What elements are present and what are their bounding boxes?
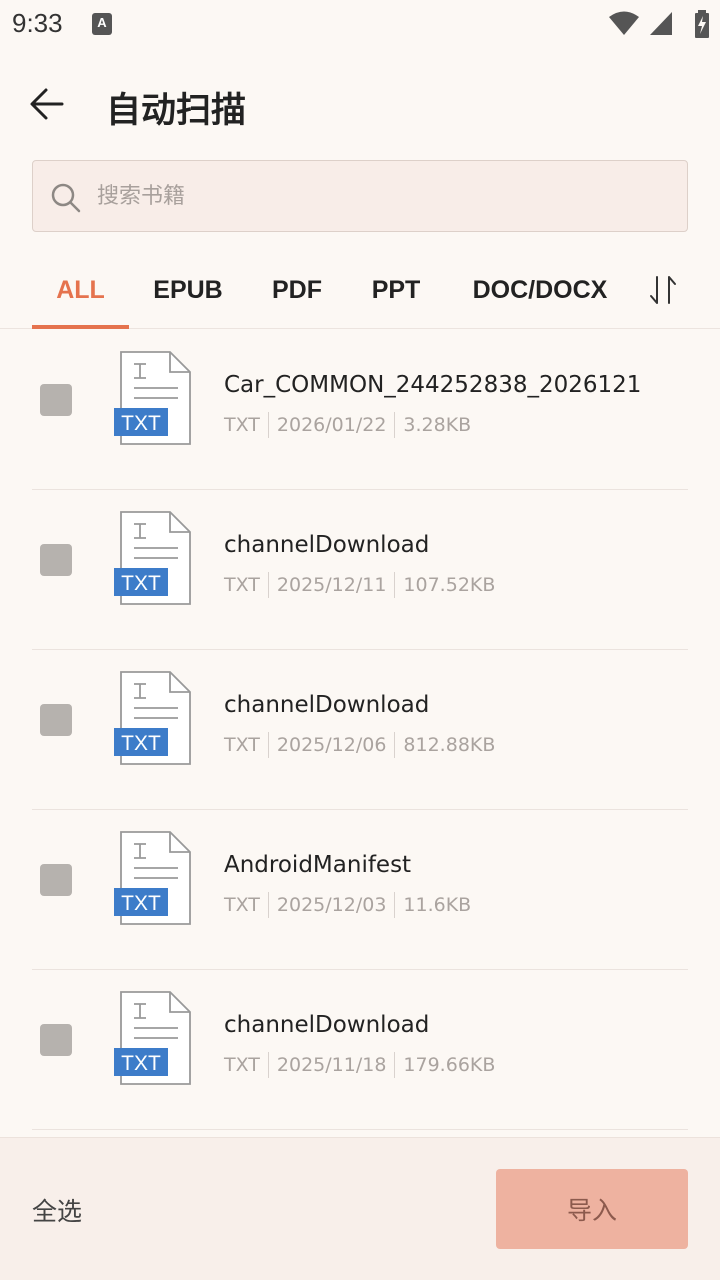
file-checkbox[interactable] — [40, 1024, 72, 1056]
file-icon-label: TXT — [121, 892, 161, 915]
file-name: Car_COMMON_244252838_2026121 — [224, 372, 642, 398]
file-icon-label: TXT — [121, 572, 161, 595]
file-size: 3.28KB — [403, 414, 472, 436]
meta-divider — [394, 892, 396, 918]
meta-divider — [394, 572, 396, 598]
select-all-button[interactable]: 全选 — [32, 1192, 82, 1228]
file-type-tabs: ALL EPUB PDF PPT DOC/DOCX — [0, 255, 720, 329]
file-meta: TXT 2025/11/18 179.66KB — [224, 1052, 495, 1078]
tab-pdf[interactable]: PDF — [264, 255, 330, 327]
meta-divider — [267, 412, 269, 438]
file-date: 2025/12/11 — [276, 574, 387, 596]
file-row[interactable]: TXT channelDownload TXT 2025/12/06 812.8… — [0, 650, 720, 810]
file-date: 2025/11/18 — [276, 1054, 387, 1076]
file-date: 2025/12/03 — [276, 894, 387, 916]
file-date: 2026/01/22 — [276, 414, 387, 436]
file-row[interactable]: TXT channelDownload TXT 2025/11/18 179.6… — [0, 970, 720, 1130]
file-meta: TXT 2026/01/22 3.28KB — [224, 412, 471, 438]
file-meta: TXT 2025/12/06 812.88KB — [224, 732, 495, 758]
file-type: TXT — [224, 734, 260, 756]
file-size: 179.66KB — [403, 1054, 496, 1076]
meta-divider — [394, 412, 396, 438]
tab-ppt[interactable]: PPT — [362, 255, 430, 327]
row-divider — [32, 1129, 688, 1130]
txt-file-icon: TXT — [114, 831, 191, 925]
cell-signal-icon — [650, 12, 672, 35]
file-name: channelDownload — [224, 532, 430, 558]
file-icon-label: TXT — [121, 732, 161, 755]
file-type: TXT — [224, 574, 260, 596]
status-time: 9:33 — [12, 8, 63, 38]
file-meta: TXT 2025/12/03 11.6KB — [224, 892, 471, 918]
txt-file-icon: TXT — [114, 991, 191, 1085]
meta-divider — [267, 1052, 269, 1078]
file-list: TXT Car_COMMON_244252838_2026121 TXT 202… — [0, 330, 720, 1136]
file-checkbox[interactable] — [40, 384, 72, 416]
file-checkbox[interactable] — [40, 544, 72, 576]
app-header: 自动扫描 — [0, 60, 720, 150]
meta-divider — [394, 732, 396, 758]
file-type: TXT — [224, 894, 260, 916]
txt-file-icon: TXT — [114, 511, 191, 605]
txt-file-icon: TXT — [114, 351, 191, 445]
file-checkbox[interactable] — [40, 704, 72, 736]
back-button[interactable] — [22, 78, 74, 130]
active-tab-indicator — [32, 325, 129, 329]
status-bar: 9:33 A — [0, 0, 720, 50]
meta-divider — [267, 572, 269, 598]
page-title: 自动扫描 — [106, 91, 247, 131]
file-meta: TXT 2025/12/11 107.52KB — [224, 572, 495, 598]
meta-divider — [394, 1052, 396, 1078]
file-size: 812.88KB — [403, 734, 496, 756]
tab-epub[interactable]: EPUB — [146, 255, 230, 327]
file-date: 2025/12/06 — [276, 734, 387, 756]
txt-file-icon: TXT — [114, 671, 191, 765]
search-box[interactable] — [32, 160, 688, 232]
file-icon-label: TXT — [121, 1052, 161, 1075]
battery-icon — [695, 10, 709, 38]
wifi-icon — [609, 11, 639, 35]
search-icon — [51, 183, 81, 213]
tab-all[interactable]: ALL — [32, 255, 129, 327]
file-size: 11.6KB — [403, 894, 472, 916]
bottom-action-bar: 全选 导入 — [0, 1137, 720, 1280]
notification-icon: A — [92, 13, 112, 35]
file-type: TXT — [224, 414, 260, 436]
file-name: channelDownload — [224, 692, 430, 718]
file-type: TXT — [224, 1054, 260, 1076]
sort-icon[interactable] — [646, 273, 680, 307]
file-row[interactable]: TXT AndroidManifest TXT 2025/12/03 11.6K… — [0, 810, 720, 970]
file-name: AndroidManifest — [224, 852, 412, 878]
search-input[interactable] — [97, 161, 667, 231]
file-checkbox[interactable] — [40, 864, 72, 896]
file-size: 107.52KB — [403, 574, 496, 596]
meta-divider — [267, 892, 269, 918]
arrow-left-icon — [30, 88, 64, 120]
meta-divider — [267, 732, 269, 758]
file-name: channelDownload — [224, 1012, 430, 1038]
file-row[interactable]: TXT channelDownload TXT 2025/12/11 107.5… — [0, 490, 720, 650]
file-row[interactable]: TXT Car_COMMON_244252838_2026121 TXT 202… — [0, 330, 720, 490]
file-icon-label: TXT — [121, 412, 161, 435]
import-button[interactable]: 导入 — [496, 1169, 688, 1249]
tab-doc-docx[interactable]: DOC/DOCX — [464, 255, 616, 327]
